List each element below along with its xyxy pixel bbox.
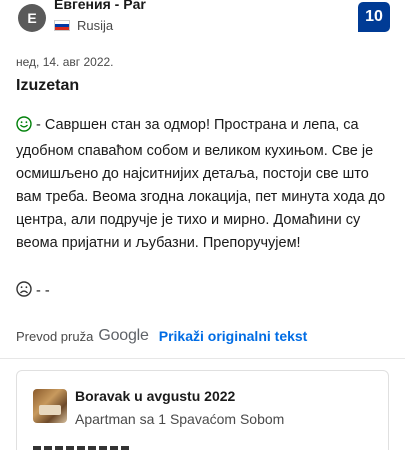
frown-face-icon bbox=[16, 281, 32, 301]
review-negative: - - bbox=[16, 281, 50, 301]
positive-text: - Савршен стан за одмор! Пространа и леп… bbox=[16, 117, 386, 251]
reviewer-country: Rusija bbox=[54, 18, 113, 33]
smile-face-icon bbox=[16, 116, 32, 140]
translation-notice: Prevod pruža Google Prikaži originalni t… bbox=[16, 327, 307, 345]
show-original-text-link[interactable]: Prikaži originalni tekst bbox=[159, 328, 308, 344]
divider bbox=[0, 358, 405, 359]
room-thumbnail bbox=[33, 389, 67, 423]
russia-flag-icon bbox=[54, 20, 70, 31]
review-header: E Евгения - Par Rusija 10 bbox=[0, 0, 405, 44]
review-title: Izuzetan bbox=[16, 77, 80, 94]
review-score-badge: 10 bbox=[358, 2, 390, 32]
translation-provider-label: Prevod pruža bbox=[16, 328, 94, 344]
review-positive: - Савршен стан за одмор! Пространа и леп… bbox=[16, 114, 390, 255]
reviewer-name: Евгения - Par bbox=[54, 0, 146, 12]
google-logo: Google bbox=[98, 327, 149, 344]
cut-off-text bbox=[33, 446, 129, 450]
room-type: Apartman sa 1 Spavaćom Sobom bbox=[75, 411, 285, 427]
avatar[interactable]: E bbox=[18, 4, 46, 32]
stay-info-card: Boravak u avgustu 2022 Apartman sa 1 Spa… bbox=[16, 370, 389, 450]
stay-period: Boravak u avgustu 2022 bbox=[75, 388, 236, 404]
avatar-initial: E bbox=[27, 10, 37, 26]
review-date: нед, 14. авг 2022. bbox=[16, 55, 114, 69]
negative-text: - - bbox=[36, 283, 50, 299]
country-name: Rusija bbox=[77, 18, 114, 33]
